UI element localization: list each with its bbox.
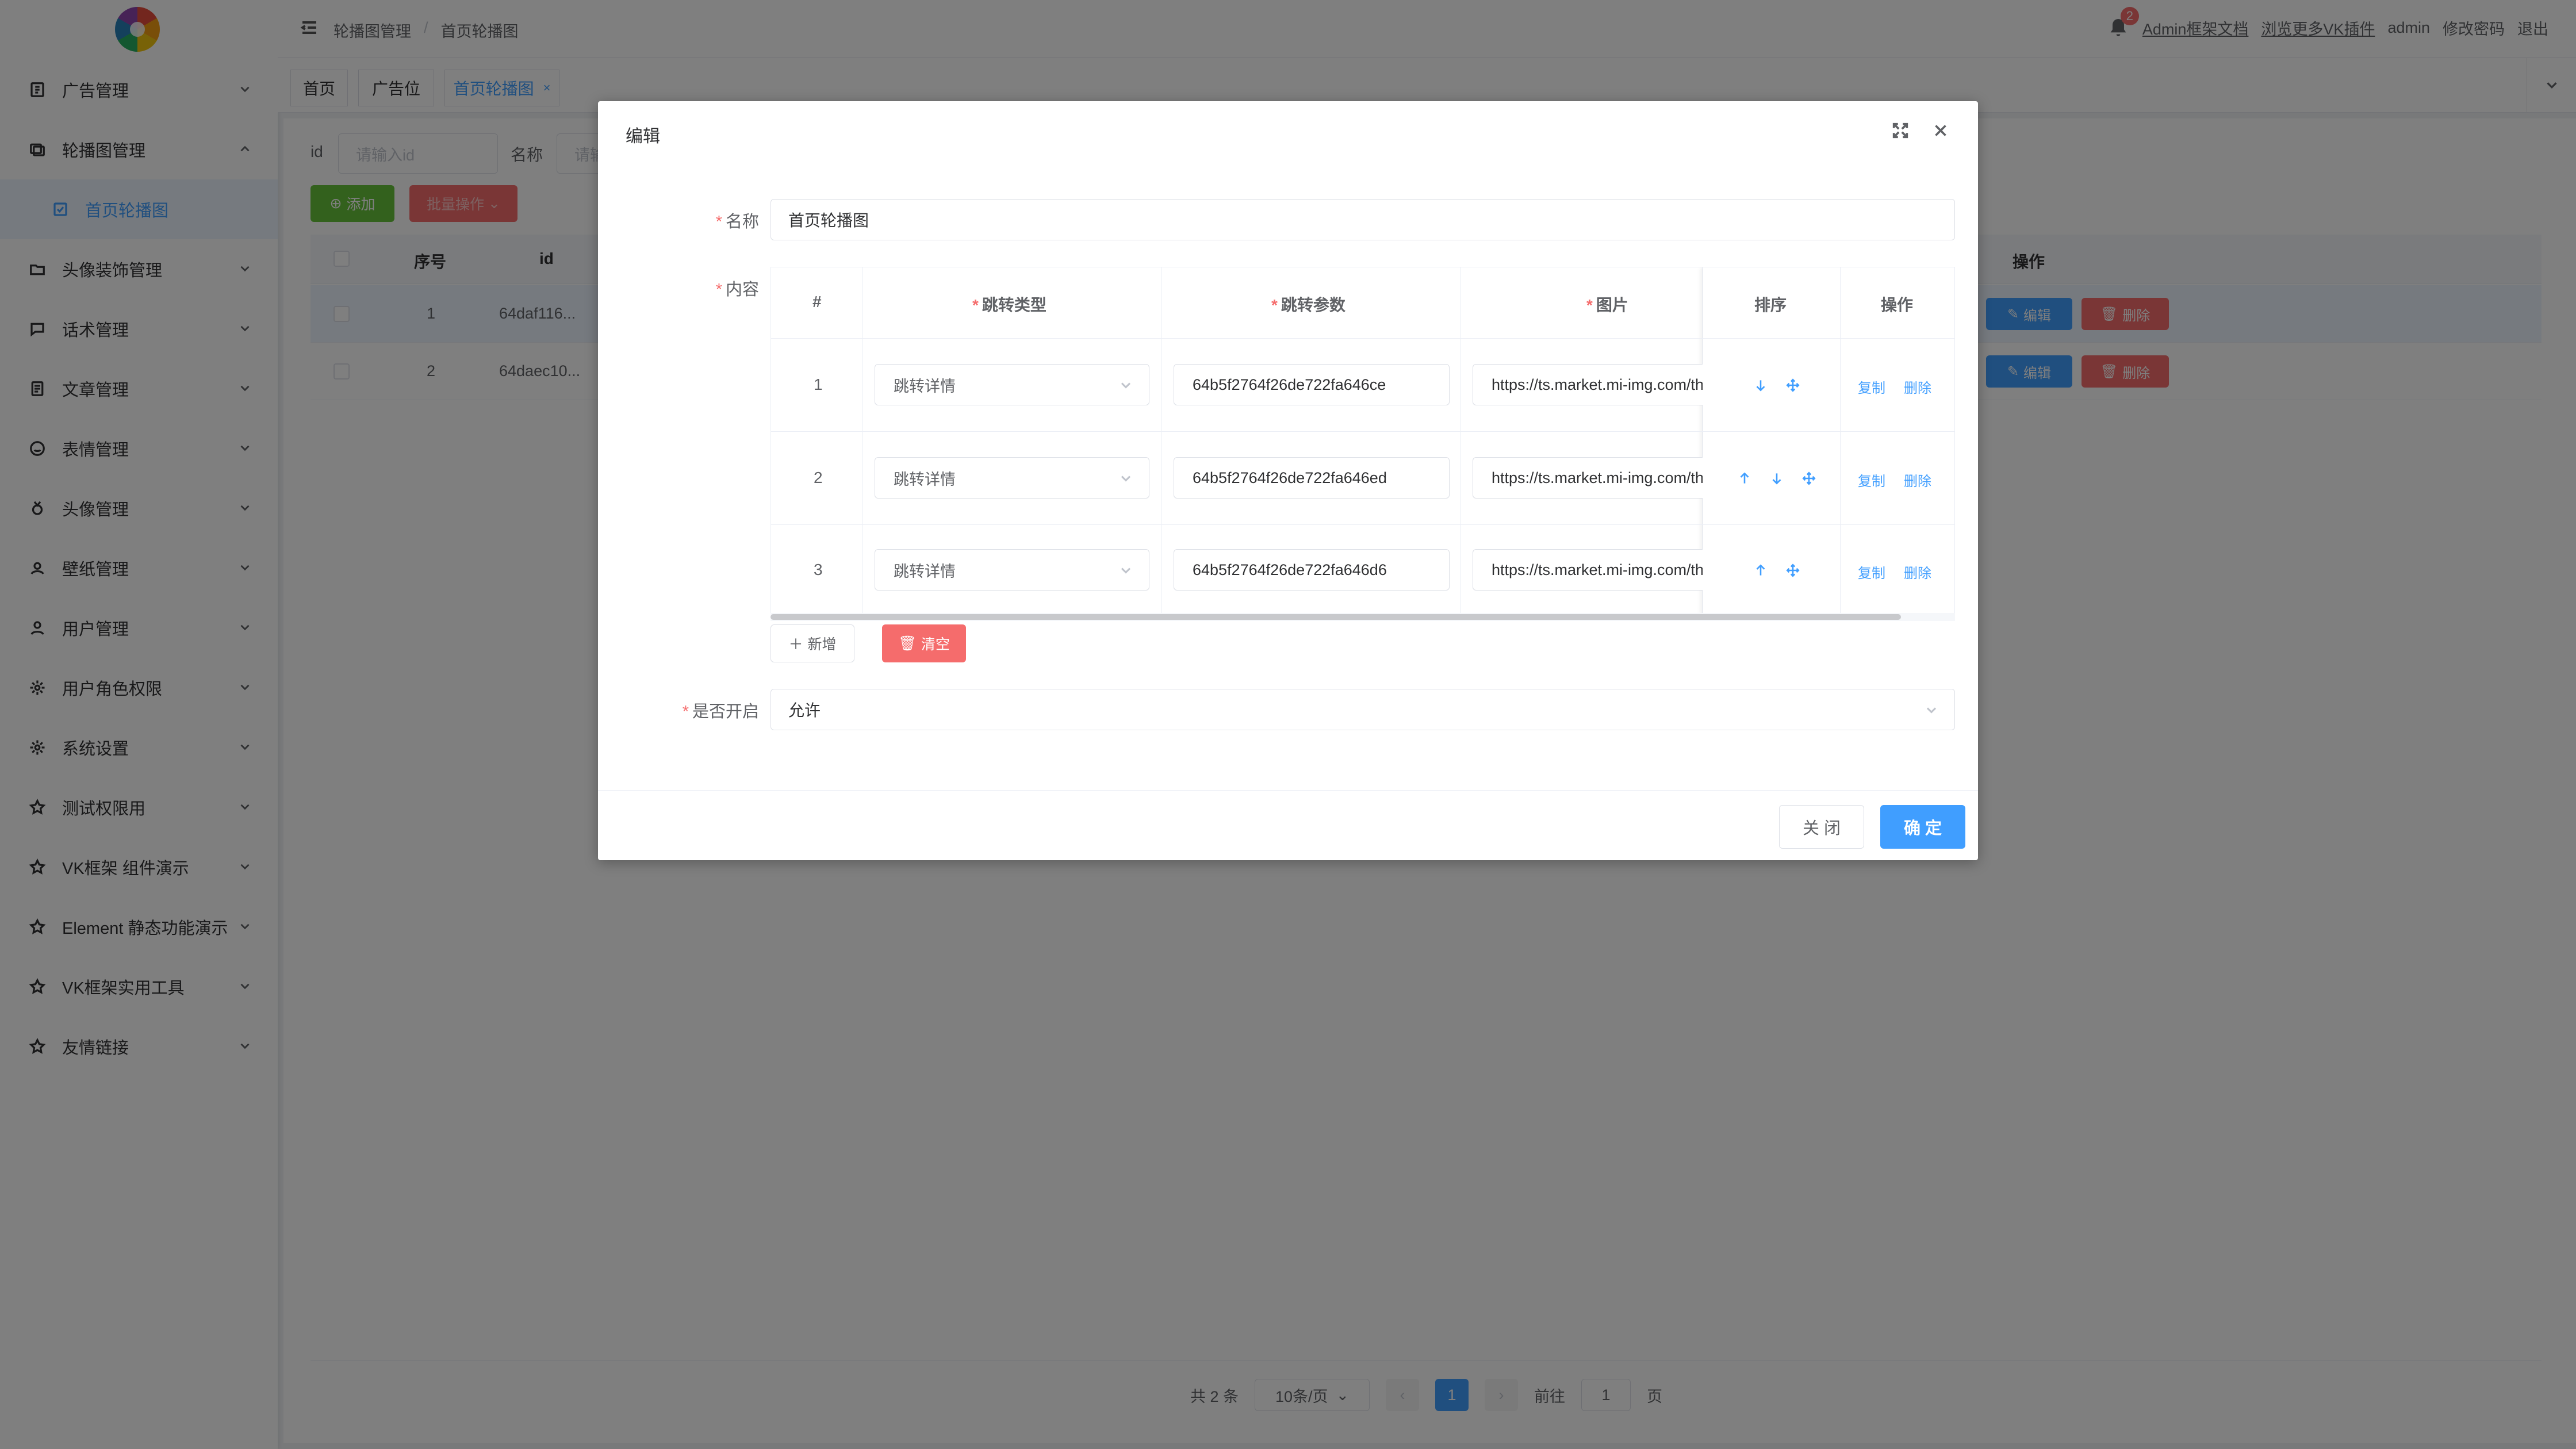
dialog-title: 编辑 [626,127,660,146]
clear-rows-button[interactable]: 🗑 清空 [882,624,966,662]
grid-row: 1 跳转详情 64b5f2764f26de722fa646ce https://… [771,339,1954,432]
col-header-image: * 图片 [1586,296,1628,314]
col-header-sort: 排序 [1754,296,1787,314]
jump-param-input[interactable]: 64b5f2764f26de722fa646ce [1174,364,1450,405]
image-url-input[interactable]: https://ts.market.mi-img.com/thumbnail [1473,457,1703,499]
col-header-jump-type: * 跳转类型 [972,296,1046,314]
dialog-footer-divider [598,790,1978,791]
name-label-text: 名称 [725,213,759,231]
grid-row-index: 2 [814,469,823,486]
delete-row-link[interactable]: 删除 [1904,470,1931,490]
delete-row-link[interactable]: 删除 [1904,562,1931,582]
grid-row: 2 跳转详情 64b5f2764f26de722fa646ed https://… [771,432,1954,525]
jump-param-input[interactable]: 64b5f2764f26de722fa646d6 [1174,549,1450,591]
image-url-input[interactable]: https://ts.market.mi-img.com/thumbnail [1473,549,1703,591]
drag-handle-icon[interactable] [1801,471,1816,486]
grid-row-index: 1 [814,375,823,393]
copy-row-link[interactable]: 复制 [1858,562,1885,582]
name-field-label: * 名称 [715,213,759,231]
plus-icon: ＋ [788,637,803,653]
fullscreen-icon[interactable] [1891,121,1910,140]
enable-field-label: * 是否开启 [682,703,759,721]
dialog-confirm-button[interactable]: 确 定 [1880,805,1965,849]
chevron-down-icon [1118,470,1134,486]
drag-handle-icon[interactable] [1785,378,1800,393]
grid-row: 3 跳转详情 64b5f2764f26de722fa646d6 https://… [771,525,1954,614]
jump-type-value: 跳转详情 [894,470,956,488]
add-row-label: 新增 [807,637,837,653]
copy-row-link[interactable]: 复制 [1858,470,1885,490]
clear-rows-label: 清空 [921,637,950,653]
dialog-close-button[interactable]: 关 闭 [1779,805,1864,849]
enable-select[interactable]: 允许 [770,689,1955,730]
content-table: # * 跳转类型 * 跳转参数 * 图片 排序 操作 1 跳转详情 64b5f2764… [770,267,1955,614]
trash-icon: 🗑 [898,635,917,651]
move-up-icon[interactable] [1737,471,1752,486]
col-header-jump-param: * 跳转参数 [1271,296,1346,314]
grid-row-index: 3 [814,561,823,578]
edit-dialog: 编辑 * 名称 首页轮播图 * 内容 # * 跳转类型 * 跳转参数 * 图片 排序 操作… [598,101,1978,860]
jump-param-input[interactable]: 64b5f2764f26de722fa646ed [1174,457,1450,499]
col-header-ops: 操作 [1881,296,1914,314]
jump-type-select[interactable]: 跳转详情 [875,457,1149,499]
move-down-icon[interactable] [1753,378,1768,393]
enable-label-text: 是否开启 [692,703,759,721]
col-header-text: 跳转参数 [1281,296,1346,314]
copy-row-link[interactable]: 复制 [1858,377,1885,397]
table-scrollbar-thumb[interactable] [770,614,1901,620]
content-label-text: 内容 [725,281,759,299]
col-header-text: 跳转类型 [982,296,1046,314]
col-header-index: # [812,293,822,310]
enable-select-value: 允许 [788,702,821,719]
col-header-text: 图片 [1596,296,1628,314]
move-up-icon[interactable] [1753,563,1768,578]
move-down-icon[interactable] [1769,471,1784,486]
name-field[interactable]: 首页轮播图 [770,199,1955,240]
jump-type-select[interactable]: 跳转详情 [875,549,1149,591]
jump-type-value: 跳转详情 [894,377,956,395]
drag-handle-icon[interactable] [1785,563,1800,578]
content-field-label: * 内容 [715,281,759,299]
grid-header-row: # * 跳转类型 * 跳转参数 * 图片 排序 操作 [771,267,1954,339]
image-url-input[interactable]: https://ts.market.mi-img.com/thumbnail [1473,364,1703,405]
jump-type-value: 跳转详情 [894,562,956,580]
chevron-down-icon [1923,702,1939,718]
chevron-down-icon [1118,562,1134,578]
jump-type-select[interactable]: 跳转详情 [875,364,1149,405]
close-icon[interactable] [1931,121,1950,140]
delete-row-link[interactable]: 删除 [1904,377,1931,397]
add-row-button[interactable]: ＋新增 [770,624,854,662]
chevron-down-icon [1118,377,1134,393]
